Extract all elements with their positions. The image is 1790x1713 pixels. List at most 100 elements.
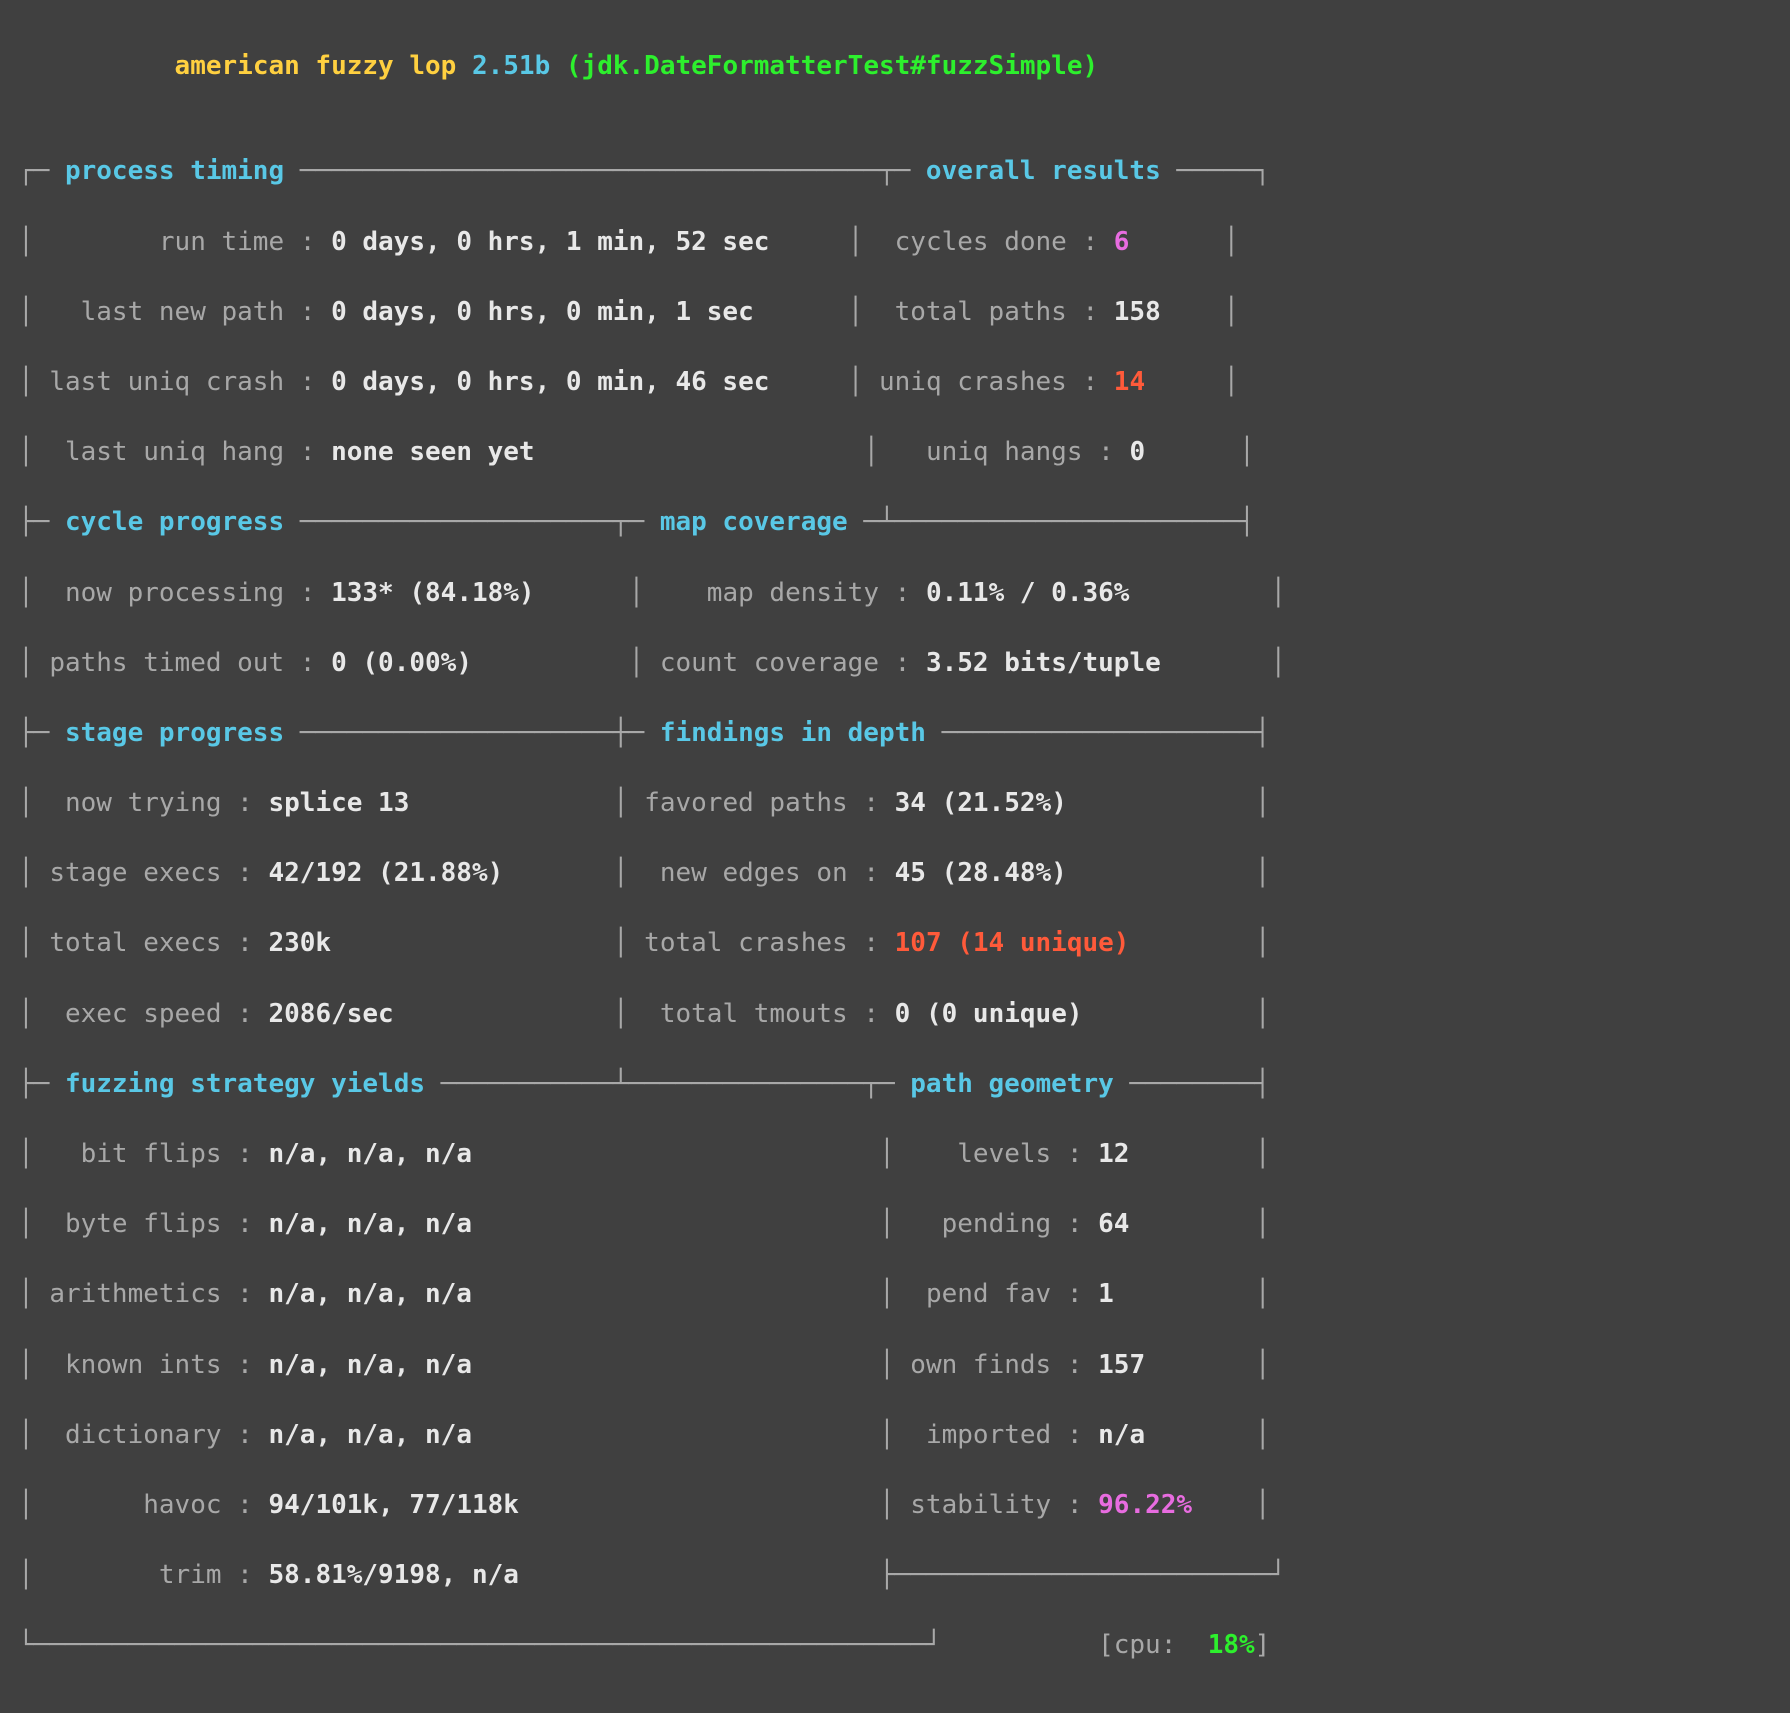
- cpu-value: 18%: [1208, 1630, 1255, 1660]
- last-new-path-value: 0 days, 0 hrs, 0 min, 1 sec: [331, 297, 754, 327]
- byte-flips-value: n/a, n/a, n/a: [268, 1209, 472, 1239]
- total-crashes-label: total crashes: [644, 928, 848, 958]
- row: │ run time : 0 days, 0 hrs, 1 min, 52 se…: [18, 225, 1772, 260]
- row: │ exec speed : 2086/sec │ total tmouts :…: [18, 997, 1772, 1032]
- now-trying-value: splice 13: [268, 788, 409, 818]
- cpu-label: cpu:: [1114, 1630, 1177, 1660]
- paths-timed-out-label: paths timed out: [49, 648, 284, 678]
- row: │ trim : 58.81%/9198, n/a ├─────────────…: [18, 1558, 1772, 1593]
- section-findings-in-depth: findings in depth: [660, 718, 926, 748]
- total-crashes-value: 107 (14 unique): [895, 928, 1130, 958]
- stability-label: stability: [910, 1490, 1051, 1520]
- last-uniq-hang-value: none seen yet: [331, 437, 535, 467]
- row: ├─ stage progress ────────────────────┼─…: [18, 716, 1772, 751]
- pend-fav-value: 1: [1098, 1279, 1114, 1309]
- count-coverage-label: count coverage: [660, 648, 879, 678]
- section-overall-results: overall results: [926, 156, 1161, 186]
- row: │ bit flips : n/a, n/a, n/a │ levels : 1…: [18, 1137, 1772, 1172]
- total-execs-label: total execs: [49, 928, 221, 958]
- cycles-done-label: cycles done: [895, 227, 1067, 257]
- row: ├─ fuzzing strategy yields ───────────┴─…: [18, 1067, 1772, 1102]
- row: ├─ cycle progress ────────────────────┬─…: [18, 505, 1772, 540]
- levels-label: levels: [957, 1139, 1051, 1169]
- bit-flips-value: n/a, n/a, n/a: [268, 1139, 472, 1169]
- row: │ dictionary : n/a, n/a, n/a │ imported …: [18, 1418, 1772, 1453]
- dictionary-value: n/a, n/a, n/a: [268, 1420, 472, 1450]
- known-ints-label: known ints: [65, 1350, 222, 1380]
- exec-speed-value: 2086/sec: [268, 999, 393, 1029]
- last-uniq-crash-label: last uniq crash: [49, 367, 284, 397]
- stage-execs-value: 42/192 (21.88%): [268, 858, 503, 888]
- last-uniq-hang-label: last uniq hang: [65, 437, 284, 467]
- row: └───────────────────────────────────────…: [18, 1628, 1772, 1663]
- total-tmouts-label: total tmouts: [660, 999, 848, 1029]
- bit-flips-label: bit flips: [81, 1139, 222, 1169]
- pending-value: 64: [1098, 1209, 1129, 1239]
- row: │ last uniq crash : 0 days, 0 hrs, 0 min…: [18, 365, 1772, 400]
- last-uniq-crash-value: 0 days, 0 hrs, 0 min, 46 sec: [331, 367, 769, 397]
- stability-value: 96.22%: [1098, 1490, 1192, 1520]
- fuzz-target: (jdk.DateFormatterTest#fuzzSimple): [566, 51, 1098, 81]
- section-fuzzing-strategy-yields: fuzzing strategy yields: [65, 1069, 425, 1099]
- row: ┌─ process timing ──────────────────────…: [18, 154, 1772, 189]
- paths-timed-out-value: 0 (0.00%): [331, 648, 472, 678]
- total-tmouts-value: 0 (0 unique): [895, 999, 1083, 1029]
- program-name: american fuzzy lop: [175, 51, 457, 81]
- dictionary-label: dictionary: [65, 1420, 222, 1450]
- row: │ last uniq hang : none seen yet │ uniq …: [18, 435, 1772, 470]
- section-map-coverage: map coverage: [660, 507, 848, 537]
- total-paths-label: total paths: [895, 297, 1067, 327]
- map-density-label: map density: [707, 578, 879, 608]
- now-trying-label: now trying: [65, 788, 222, 818]
- havoc-label: havoc: [143, 1490, 221, 1520]
- row: │ paths timed out : 0 (0.00%) │ count co…: [18, 646, 1772, 681]
- section-process-timing: process timing: [65, 156, 284, 186]
- uniq-crashes-value: 14: [1114, 367, 1145, 397]
- new-edges-on-label: new edges on: [660, 858, 848, 888]
- favored-paths-label: favored paths: [644, 788, 848, 818]
- pending-label: pending: [942, 1209, 1052, 1239]
- uniq-crashes-label: uniq crashes: [879, 367, 1067, 397]
- afl-status-screen: american fuzzy lop 2.51b (jdk.DateFormat…: [0, 0, 1790, 1713]
- favored-paths-value: 34 (21.52%): [895, 788, 1067, 818]
- imported-value: n/a: [1098, 1420, 1145, 1450]
- row: │ last new path : 0 days, 0 hrs, 0 min, …: [18, 295, 1772, 330]
- trim-value: 58.81%/9198, n/a: [268, 1560, 518, 1590]
- row: │ byte flips : n/a, n/a, n/a │ pending :…: [18, 1207, 1772, 1242]
- havoc-value: 94/101k, 77/118k: [268, 1490, 518, 1520]
- now-processing-value: 133* (84.18%): [331, 578, 535, 608]
- stage-execs-label: stage execs: [49, 858, 221, 888]
- total-paths-value: 158: [1114, 297, 1161, 327]
- uniq-hangs-label: uniq hangs: [926, 437, 1083, 467]
- count-coverage-value: 3.52 bits/tuple: [926, 648, 1161, 678]
- title-line: american fuzzy lop 2.51b (jdk.DateFormat…: [18, 49, 1772, 84]
- row: │ total execs : 230k │ total crashes : 1…: [18, 926, 1772, 961]
- section-stage-progress: stage progress: [65, 718, 284, 748]
- program-version: 2.51b: [472, 51, 550, 81]
- own-finds-label: own finds: [910, 1350, 1051, 1380]
- pend-fav-label: pend fav: [926, 1279, 1051, 1309]
- row: │ arithmetics : n/a, n/a, n/a │ pend fav…: [18, 1277, 1772, 1312]
- trim-label: trim: [159, 1560, 222, 1590]
- new-edges-on-value: 45 (28.48%): [895, 858, 1067, 888]
- section-cycle-progress: cycle progress: [65, 507, 284, 537]
- run-time-value: 0 days, 0 hrs, 1 min, 52 sec: [331, 227, 769, 257]
- cycles-done-value: 6: [1114, 227, 1130, 257]
- exec-speed-label: exec speed: [65, 999, 222, 1029]
- arithmetics-value: n/a, n/a, n/a: [268, 1279, 472, 1309]
- row: │ now processing : 133* (84.18%) │ map d…: [18, 576, 1772, 611]
- byte-flips-label: byte flips: [65, 1209, 222, 1239]
- row: │ havoc : 94/101k, 77/118k │ stability :…: [18, 1488, 1772, 1523]
- own-finds-value: 157: [1098, 1350, 1145, 1380]
- known-ints-value: n/a, n/a, n/a: [268, 1350, 472, 1380]
- last-new-path-label: last new path: [81, 297, 285, 327]
- imported-label: imported: [926, 1420, 1051, 1450]
- row: │ stage execs : 42/192 (21.88%) │ new ed…: [18, 856, 1772, 891]
- section-path-geometry: path geometry: [910, 1069, 1114, 1099]
- arithmetics-label: arithmetics: [49, 1279, 221, 1309]
- uniq-hangs-value: 0: [1129, 437, 1145, 467]
- now-processing-label: now processing: [65, 578, 284, 608]
- row: │ known ints : n/a, n/a, n/a │ own finds…: [18, 1348, 1772, 1383]
- levels-value: 12: [1098, 1139, 1129, 1169]
- row: │ now trying : splice 13 │ favored paths…: [18, 786, 1772, 821]
